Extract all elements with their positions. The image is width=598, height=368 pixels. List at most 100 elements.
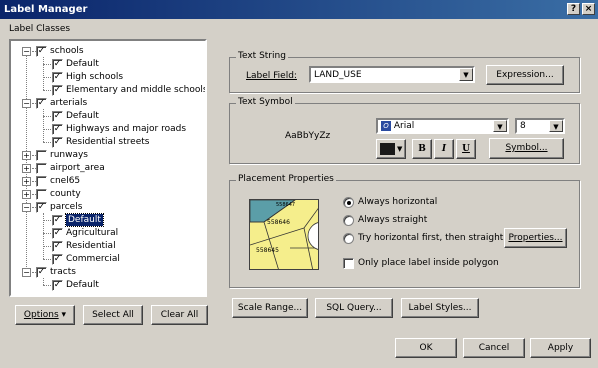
tree-layer-row[interactable]: + county — [11, 188, 205, 201]
label-styles-button[interactable]: Label Styles... — [401, 298, 479, 318]
tree-item-label[interactable]: parcels — [50, 201, 82, 213]
apply-button[interactable]: Apply — [530, 338, 591, 358]
tree-layer-row[interactable]: + airport_area — [11, 162, 205, 175]
tree-item-label[interactable]: runways — [50, 149, 88, 161]
tree-item-label[interactable]: Residential streets — [66, 136, 149, 148]
collapse-icon[interactable]: − — [22, 268, 31, 277]
tree-checkbox[interactable]: ✓ — [52, 111, 63, 122]
tree-item-label[interactable]: Elementary and middle schools — [66, 84, 205, 96]
clear-all-button[interactable]: Clear All — [151, 305, 208, 325]
tree-checkbox[interactable]: ✓ — [52, 137, 63, 148]
symbol-button[interactable]: Symbol... — [489, 138, 564, 159]
tree-item-label[interactable]: airport_area — [50, 162, 105, 174]
tree-class-row[interactable]: ✓ Default — [11, 279, 205, 292]
tree-checkbox[interactable] — [36, 189, 47, 200]
tree-item-label[interactable]: arterials — [50, 97, 87, 109]
options-button[interactable]: Options ▾ — [15, 305, 75, 325]
inside-polygon-label[interactable]: Only place label inside polygon — [358, 258, 499, 268]
tree-checkbox[interactable]: ✓ — [52, 215, 63, 226]
bold-button[interactable]: B — [412, 139, 432, 159]
tree-checkbox[interactable]: ✓ — [52, 254, 63, 265]
tree-class-row[interactable]: ✓ Default — [11, 58, 205, 71]
placement-option-label[interactable]: Always horizontal — [358, 197, 437, 207]
tree-item-label[interactable]: cnel65 — [50, 175, 80, 187]
tree-checkbox[interactable]: ✓ — [52, 59, 63, 70]
underline-button[interactable]: U — [456, 139, 476, 159]
help-icon[interactable]: ? — [567, 3, 580, 15]
select-all-button[interactable]: Select All — [83, 305, 143, 325]
tree-layer-row[interactable]: − ✓ arterials — [11, 97, 205, 110]
label-classes-tree[interactable]: − ✓ schools ✓ Default ✓ High schools ✓ Elementar… — [9, 39, 207, 297]
properties-button[interactable]: Properties... — [504, 228, 567, 248]
tree-connector — [43, 246, 51, 247]
tree-checkbox[interactable]: ✓ — [36, 46, 47, 57]
expand-icon[interactable]: + — [22, 177, 31, 186]
chevron-down-icon[interactable]: ▼ — [549, 120, 563, 132]
expand-icon[interactable]: + — [22, 190, 31, 199]
collapse-icon[interactable]: − — [22, 203, 31, 212]
collapse-icon[interactable]: − — [22, 47, 31, 56]
expand-icon[interactable]: + — [22, 164, 31, 173]
tree-checkbox[interactable] — [36, 176, 47, 187]
label-field-select[interactable]: LAND_USE ▼ — [309, 66, 475, 83]
cancel-button[interactable]: Cancel — [463, 338, 525, 358]
tree-class-row[interactable]: ✓ Residential — [11, 240, 205, 253]
tree-class-row[interactable]: ✓ Agricultural — [11, 227, 205, 240]
chevron-down-icon[interactable]: ▼ — [493, 120, 507, 132]
tree-checkbox[interactable]: ✓ — [52, 72, 63, 83]
italic-button[interactable]: I — [434, 139, 454, 159]
tree-item-label[interactable]: county — [50, 188, 81, 200]
tree-class-row[interactable]: ✓ Default — [11, 213, 205, 227]
font-select[interactable]: O Arial ▼ — [376, 118, 509, 134]
tree-item-label[interactable]: Default — [65, 213, 104, 227]
tree-checkbox[interactable]: ✓ — [36, 267, 47, 278]
tree-class-row[interactable]: ✓ Elementary and middle schools — [11, 84, 205, 97]
tree-checkbox[interactable]: ✓ — [36, 202, 47, 213]
tree-item-label[interactable]: Commercial — [66, 253, 120, 265]
tree-item-label[interactable]: tracts — [50, 266, 76, 278]
tree-class-row[interactable]: ✓ Commercial — [11, 253, 205, 266]
inside-polygon-checkbox[interactable] — [343, 258, 354, 269]
tree-layer-row[interactable]: + runways — [11, 149, 205, 162]
placement-option-label[interactable]: Try horizontal first, then straight — [358, 233, 503, 243]
title-bar[interactable]: Label Manager ? × — [0, 0, 598, 19]
tree-layer-row[interactable]: − ✓ schools — [11, 45, 205, 58]
tree-checkbox[interactable] — [36, 163, 47, 174]
scale-range-button[interactable]: Scale Range... — [232, 298, 308, 318]
font-size-select[interactable]: 8 ▼ — [515, 118, 565, 134]
tree-checkbox[interactable]: ✓ — [36, 98, 47, 109]
tree-class-row[interactable]: ✓ Residential streets — [11, 136, 205, 149]
tree-item-label[interactable]: schools — [50, 45, 84, 57]
sql-query-button[interactable]: SQL Query... — [315, 298, 393, 318]
tree-checkbox[interactable] — [36, 150, 47, 161]
collapse-icon[interactable]: − — [22, 99, 31, 108]
tree-item-label[interactable]: Default — [66, 110, 99, 122]
expression-button[interactable]: Expression... — [486, 65, 564, 85]
tree-item-label[interactable]: Default — [66, 58, 99, 70]
placement-radio[interactable] — [343, 197, 354, 208]
tree-class-row[interactable]: ✓ Highways and major roads — [11, 123, 205, 136]
ok-button[interactable]: OK — [395, 338, 457, 358]
tree-item-label[interactable]: Agricultural — [66, 227, 118, 239]
tree-checkbox[interactable]: ✓ — [52, 280, 63, 291]
tree-item-label[interactable]: Highways and major roads — [66, 123, 186, 135]
tree-checkbox[interactable]: ✓ — [52, 241, 63, 252]
placement-radio[interactable] — [343, 233, 354, 244]
tree-layer-row[interactable]: − ✓ tracts — [11, 266, 205, 279]
expand-icon[interactable]: + — [22, 151, 31, 160]
text-color-button[interactable]: ▼ — [376, 139, 406, 159]
placement-radio[interactable] — [343, 215, 354, 226]
tree-layer-row[interactable]: − ✓ parcels — [11, 201, 205, 214]
tree-item-label[interactable]: Residential — [66, 240, 116, 252]
close-icon[interactable]: × — [582, 3, 595, 15]
tree-item-label[interactable]: High schools — [66, 71, 123, 83]
tree-class-row[interactable]: ✓ High schools — [11, 71, 205, 84]
tree-item-label[interactable]: Default — [66, 279, 99, 291]
tree-checkbox[interactable]: ✓ — [52, 228, 63, 239]
tree-checkbox[interactable]: ✓ — [52, 85, 63, 96]
tree-layer-row[interactable]: + cnel65 — [11, 175, 205, 188]
placement-option-label[interactable]: Always straight — [358, 215, 427, 225]
tree-checkbox[interactable]: ✓ — [52, 124, 63, 135]
chevron-down-icon[interactable]: ▼ — [459, 68, 473, 81]
tree-class-row[interactable]: ✓ Default — [11, 110, 205, 123]
